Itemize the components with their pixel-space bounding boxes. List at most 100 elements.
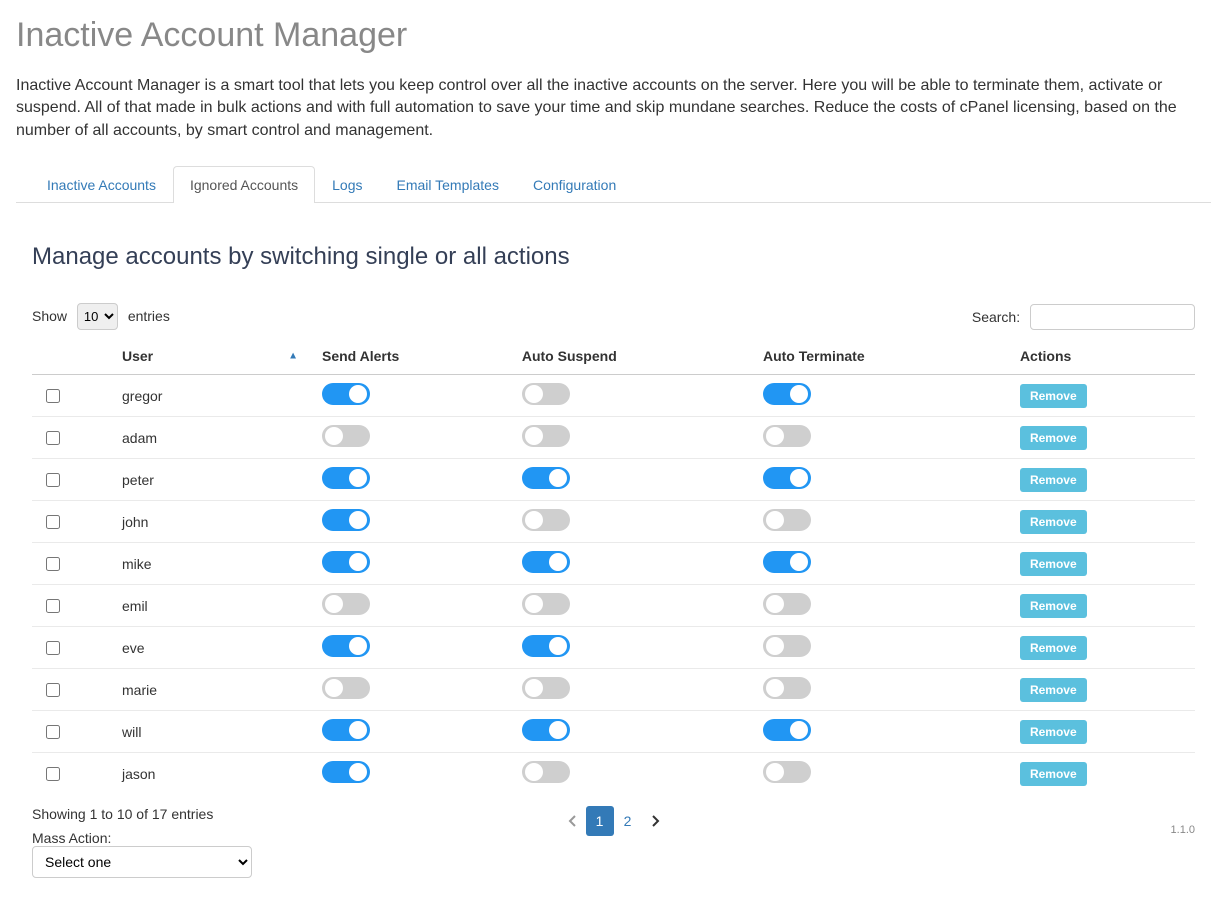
toggle-auto-suspend[interactable] <box>522 593 570 615</box>
tab-inactive-accounts[interactable]: Inactive Accounts <box>30 166 173 203</box>
remove-button[interactable]: Remove <box>1020 636 1087 660</box>
user-cell: peter <box>122 459 322 501</box>
page-description: Inactive Account Manager is a smart tool… <box>16 75 1211 142</box>
mass-action-label: Mass Action: <box>32 830 252 846</box>
page-1[interactable]: 1 <box>586 806 614 836</box>
toggle-auto-suspend[interactable] <box>522 425 570 447</box>
toggle-send-alerts[interactable] <box>322 719 370 741</box>
user-cell: will <box>122 711 322 753</box>
row-checkbox[interactable] <box>46 389 60 403</box>
toggle-auto-suspend[interactable] <box>522 467 570 489</box>
search-label: Search: <box>972 309 1020 325</box>
table-row: eve Remove <box>32 627 1195 669</box>
toggle-send-alerts[interactable] <box>322 677 370 699</box>
toggle-auto-terminate[interactable] <box>763 425 811 447</box>
remove-button[interactable]: Remove <box>1020 384 1087 408</box>
header-send-alerts[interactable]: Send Alerts <box>322 338 522 375</box>
toggle-send-alerts[interactable] <box>322 593 370 615</box>
user-cell: marie <box>122 669 322 711</box>
toggle-send-alerts[interactable] <box>322 467 370 489</box>
page-2[interactable]: 2 <box>614 806 642 836</box>
toggle-auto-terminate[interactable] <box>763 383 811 405</box>
toggle-auto-suspend[interactable] <box>522 509 570 531</box>
toggle-send-alerts[interactable] <box>322 383 370 405</box>
row-checkbox[interactable] <box>46 431 60 445</box>
page-title: Inactive Account Manager <box>16 16 1211 55</box>
remove-button[interactable]: Remove <box>1020 426 1087 450</box>
row-checkbox[interactable] <box>46 515 60 529</box>
user-cell: mike <box>122 543 322 585</box>
row-checkbox[interactable] <box>46 473 60 487</box>
page-next[interactable] <box>642 806 670 836</box>
user-cell: john <box>122 501 322 543</box>
tabs-bar: Inactive Accounts Ignored Accounts Logs … <box>16 166 1211 203</box>
row-checkbox[interactable] <box>46 767 60 781</box>
toggle-auto-terminate[interactable] <box>763 593 811 615</box>
toggle-auto-terminate[interactable] <box>763 635 811 657</box>
user-cell: adam <box>122 417 322 459</box>
toggle-auto-terminate[interactable] <box>763 467 811 489</box>
toggle-send-alerts[interactable] <box>322 551 370 573</box>
search-input[interactable] <box>1030 304 1195 330</box>
header-actions: Actions <box>1020 338 1195 375</box>
remove-button[interactable]: Remove <box>1020 720 1087 744</box>
table-row: john Remove <box>32 501 1195 543</box>
header-auto-terminate[interactable]: Auto Terminate <box>763 338 1020 375</box>
pagination: 1 2 <box>558 806 670 836</box>
page-prev[interactable] <box>558 806 586 836</box>
entries-label: entries <box>128 308 170 324</box>
toggle-auto-suspend[interactable] <box>522 677 570 699</box>
row-checkbox[interactable] <box>46 641 60 655</box>
entries-select[interactable]: 10 <box>77 303 118 330</box>
show-label: Show <box>32 308 67 324</box>
length-control: Show 10 entries <box>32 303 170 330</box>
row-checkbox[interactable] <box>46 599 60 613</box>
remove-button[interactable]: Remove <box>1020 468 1087 492</box>
remove-button[interactable]: Remove <box>1020 762 1087 786</box>
toggle-auto-terminate[interactable] <box>763 761 811 783</box>
user-cell: gregor <box>122 375 322 417</box>
row-checkbox[interactable] <box>46 557 60 571</box>
version-label: 1.1.0 <box>1171 824 1195 836</box>
toggle-auto-suspend[interactable] <box>522 719 570 741</box>
toggle-auto-suspend[interactable] <box>522 383 570 405</box>
tab-ignored-accounts[interactable]: Ignored Accounts <box>173 166 315 203</box>
toggle-auto-terminate[interactable] <box>763 677 811 699</box>
table-info: Showing 1 to 10 of 17 entries <box>32 806 252 822</box>
toggle-send-alerts[interactable] <box>322 761 370 783</box>
header-auto-suspend[interactable]: Auto Suspend <box>522 338 763 375</box>
search-control: Search: <box>972 304 1195 330</box>
toggle-auto-suspend[interactable] <box>522 761 570 783</box>
remove-button[interactable]: Remove <box>1020 510 1087 534</box>
user-cell: jason <box>122 753 322 795</box>
remove-button[interactable]: Remove <box>1020 594 1087 618</box>
table-row: gregor Remove <box>32 375 1195 417</box>
user-cell: eve <box>122 627 322 669</box>
remove-button[interactable]: Remove <box>1020 678 1087 702</box>
remove-button[interactable]: Remove <box>1020 552 1087 576</box>
tab-logs[interactable]: Logs <box>315 166 379 203</box>
chevron-left-icon <box>568 815 576 827</box>
toggle-auto-suspend[interactable] <box>522 551 570 573</box>
row-checkbox[interactable] <box>46 725 60 739</box>
toggle-send-alerts[interactable] <box>322 425 370 447</box>
toggle-auto-suspend[interactable] <box>522 635 570 657</box>
user-cell: emil <box>122 585 322 627</box>
table-row: jason Remove <box>32 753 1195 795</box>
toggle-auto-terminate[interactable] <box>763 551 811 573</box>
accounts-table: User ▲ Send Alerts Auto Suspend Auto Ter… <box>32 338 1195 794</box>
toggle-auto-terminate[interactable] <box>763 719 811 741</box>
sort-asc-icon: ▲ <box>288 351 298 362</box>
toggle-auto-terminate[interactable] <box>763 509 811 531</box>
header-user[interactable]: User ▲ <box>122 338 322 375</box>
table-row: mike Remove <box>32 543 1195 585</box>
row-checkbox[interactable] <box>46 683 60 697</box>
table-row: peter Remove <box>32 459 1195 501</box>
mass-action-select[interactable]: Select one <box>32 846 252 878</box>
tab-email-templates[interactable]: Email Templates <box>380 166 516 203</box>
header-checkbox <box>32 338 122 375</box>
toggle-send-alerts[interactable] <box>322 509 370 531</box>
tab-configuration[interactable]: Configuration <box>516 166 633 203</box>
toggle-send-alerts[interactable] <box>322 635 370 657</box>
chevron-right-icon <box>652 815 660 827</box>
